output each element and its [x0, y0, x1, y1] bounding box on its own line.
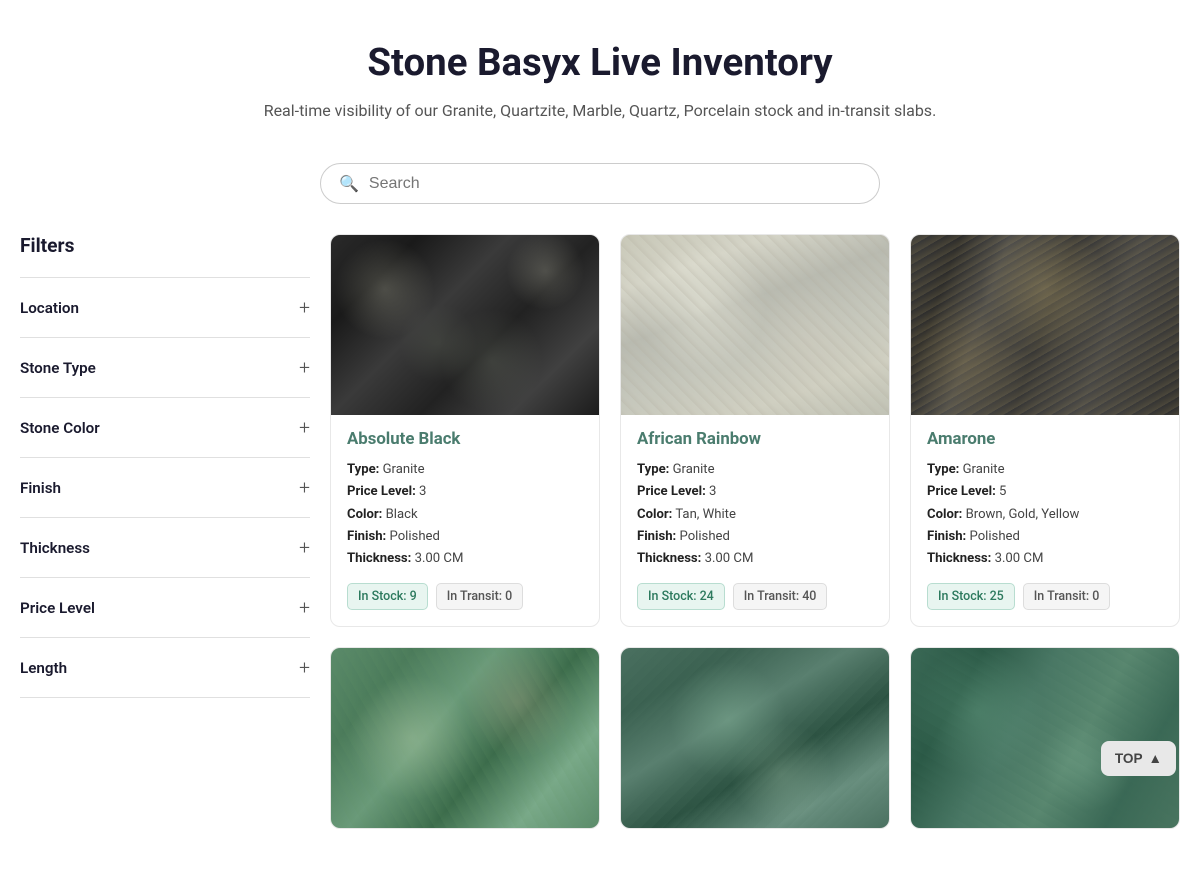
product-image-2	[911, 235, 1179, 415]
product-info-0: Absolute Black Type: Granite Price Level…	[331, 415, 599, 626]
product-badges-0: In Stock: 9 In Transit: 0	[347, 583, 583, 610]
product-info-1: African Rainbow Type: Granite Price Leve…	[621, 415, 889, 626]
filter-expand-stone-type: +	[299, 356, 310, 379]
filter-item-thickness[interactable]: Thickness +	[20, 517, 310, 577]
color-label-2: Color:	[927, 507, 962, 522]
product-meta-2: Type: Granite Price Level: 5 Color: Brow…	[927, 459, 1163, 571]
filter-item-length[interactable]: Length +	[20, 637, 310, 698]
finish-label-0: Finish:	[347, 529, 386, 544]
filter-label-stone-color: Stone Color	[20, 419, 100, 437]
price-label-0: Price Level:	[347, 484, 416, 499]
search-bar[interactable]: 🔍	[320, 163, 880, 204]
sidebar: Filters Location + Stone Type + Stone Co…	[20, 234, 310, 829]
filter-item-finish[interactable]: Finish +	[20, 457, 310, 517]
filter-label-stone-type: Stone Type	[20, 359, 96, 377]
search-icon: 🔍	[339, 174, 359, 193]
scroll-top-label: TOP	[1115, 751, 1143, 766]
filter-expand-finish: +	[299, 476, 310, 499]
product-badges-1: In Stock: 24 In Transit: 40	[637, 583, 873, 610]
product-image-5	[911, 648, 1179, 828]
product-image-4	[621, 648, 889, 828]
in-stock-badge-1: In Stock: 24	[637, 583, 725, 610]
filter-label-finish: Finish	[20, 479, 61, 497]
main-layout: Filters Location + Stone Type + Stone Co…	[0, 234, 1200, 869]
search-input[interactable]	[369, 175, 861, 193]
scroll-top-button[interactable]: TOP ▲	[1101, 741, 1176, 776]
product-meta-0: Type: Granite Price Level: 3 Color: Blac…	[347, 459, 583, 571]
product-card-4[interactable]	[620, 647, 890, 829]
type-label-2: Type:	[927, 462, 959, 477]
filter-expand-length: +	[299, 656, 310, 679]
filters-title: Filters	[20, 234, 310, 277]
finish-label-2: Finish:	[927, 529, 966, 544]
type-label-0: Type:	[347, 462, 379, 477]
filter-item-price-level[interactable]: Price Level +	[20, 577, 310, 637]
filter-label-location: Location	[20, 299, 79, 317]
in-transit-badge-2: In Transit: 0	[1023, 583, 1111, 610]
filters-list: Location + Stone Type + Stone Color + Fi…	[20, 277, 310, 698]
color-label-0: Color:	[347, 507, 382, 522]
finish-label-1: Finish:	[637, 529, 676, 544]
filter-item-stone-type[interactable]: Stone Type +	[20, 337, 310, 397]
page-title: Stone Basyx Live Inventory	[20, 40, 1180, 85]
scroll-top-icon: ▲	[1149, 751, 1162, 766]
in-transit-badge-1: In Transit: 40	[733, 583, 828, 610]
page-subtitle: Real-time visibility of our Granite, Qua…	[20, 99, 1180, 123]
in-stock-badge-0: In Stock: 9	[347, 583, 428, 610]
search-container: 🔍	[0, 143, 1200, 234]
filter-expand-thickness: +	[299, 536, 310, 559]
products-grid: Absolute Black Type: Granite Price Level…	[330, 234, 1180, 829]
filter-item-location[interactable]: Location +	[20, 277, 310, 337]
product-card-3[interactable]	[330, 647, 600, 829]
product-image-1	[621, 235, 889, 415]
in-stock-badge-2: In Stock: 25	[927, 583, 1015, 610]
thickness-label-2: Thickness:	[927, 551, 991, 566]
product-card-0[interactable]: Absolute Black Type: Granite Price Level…	[330, 234, 600, 627]
product-name-2: Amarone	[927, 429, 1163, 449]
product-badges-2: In Stock: 25 In Transit: 0	[927, 583, 1163, 610]
filter-label-thickness: Thickness	[20, 539, 90, 557]
page-header: Stone Basyx Live Inventory Real-time vis…	[0, 0, 1200, 143]
product-meta-1: Type: Granite Price Level: 3 Color: Tan,…	[637, 459, 873, 571]
product-info-2: Amarone Type: Granite Price Level: 5 Col…	[911, 415, 1179, 626]
price-label-2: Price Level:	[927, 484, 996, 499]
in-transit-badge-0: In Transit: 0	[436, 583, 524, 610]
product-name-1: African Rainbow	[637, 429, 873, 449]
filter-expand-price-level: +	[299, 596, 310, 619]
thickness-label-1: Thickness:	[637, 551, 701, 566]
color-label-1: Color:	[637, 507, 672, 522]
product-name-0: Absolute Black	[347, 429, 583, 449]
product-card-1[interactable]: African Rainbow Type: Granite Price Leve…	[620, 234, 890, 627]
filter-expand-stone-color: +	[299, 416, 310, 439]
price-label-1: Price Level:	[637, 484, 706, 499]
filter-label-length: Length	[20, 659, 67, 677]
product-image-3	[331, 648, 599, 828]
product-card-2[interactable]: Amarone Type: Granite Price Level: 5 Col…	[910, 234, 1180, 627]
product-card-5[interactable]	[910, 647, 1180, 829]
filter-label-price-level: Price Level	[20, 599, 95, 617]
thickness-label-0: Thickness:	[347, 551, 411, 566]
product-image-0	[331, 235, 599, 415]
filter-item-stone-color[interactable]: Stone Color +	[20, 397, 310, 457]
type-label-1: Type:	[637, 462, 669, 477]
filter-expand-location: +	[299, 296, 310, 319]
